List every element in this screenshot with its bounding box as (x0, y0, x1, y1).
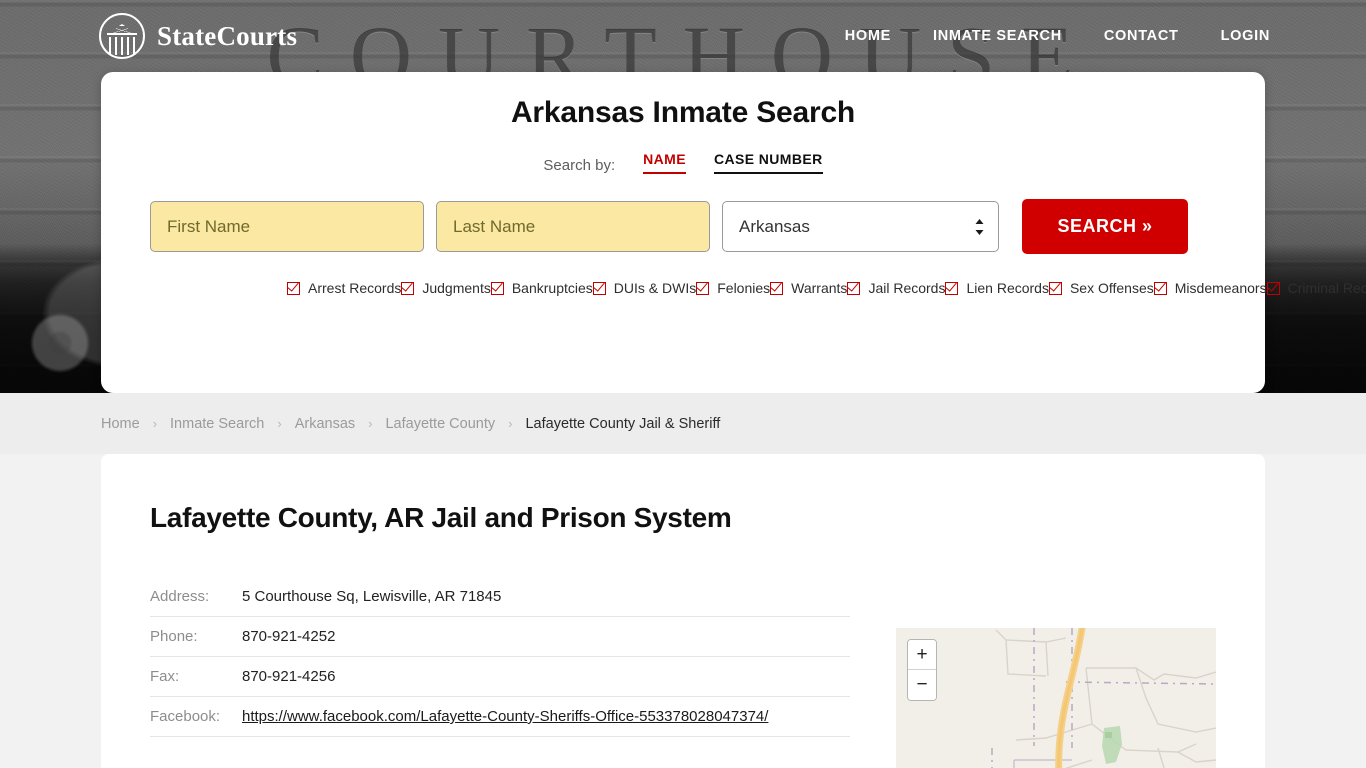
tab-case-number[interactable]: CASE NUMBER (713, 151, 823, 174)
facebook-link[interactable]: https://www.facebook.com/Lafayette-Count… (242, 708, 768, 725)
row-key: Facebook: (150, 696, 242, 737)
hero-section: COURTHOUSE StateCourts HOME INMATE SEARC… (0, 0, 1366, 393)
state-select[interactable] (722, 201, 999, 252)
checkbox-label: Misdemeanors (1174, 280, 1267, 296)
table-row: Facebook: https://www.facebook.com/Lafay… (150, 696, 850, 737)
checkbox-checked-icon (945, 281, 959, 295)
checkbox-checked-icon (1048, 281, 1062, 295)
row-key: Fax: (150, 656, 242, 697)
row-key: Address: (150, 577, 242, 617)
checkbox-label: Felonies (717, 280, 771, 296)
breadcrumb: Home › Inmate Search › Arkansas › Lafaye… (0, 393, 1366, 454)
checkbox-checked-icon (1266, 281, 1280, 295)
facility-detail-card: Lafayette County, AR Jail and Prison Sys… (101, 454, 1265, 768)
chevron-right-icon: › (508, 416, 513, 431)
inmate-search-card: Arkansas Inmate Search Search by: NAME C… (101, 72, 1366, 393)
breadcrumb-item-inmate-search[interactable]: Inmate Search (170, 416, 264, 432)
checkbox-checked-icon (770, 281, 784, 295)
checkbox-label: Jail Records (868, 280, 946, 296)
map-zoom-in-button[interactable]: + (908, 640, 936, 670)
table-row: Fax: 870-921-4256 (150, 656, 850, 697)
checkbox-jail-records[interactable]: Jail Records (847, 276, 945, 300)
map-zoom-controls: + − (907, 639, 937, 701)
breadcrumb-item-lafayette-county[interactable]: Lafayette County (385, 416, 495, 432)
facility-info-table: Address: 5 Courthouse Sq, Lewisville, AR… (150, 577, 850, 737)
last-name-input[interactable] (436, 201, 710, 252)
checkbox-bankruptcies[interactable]: Bankruptcies (490, 276, 593, 300)
checkbox-label: Judgments (422, 280, 491, 296)
nav-item-inmate-search[interactable]: INMATE SEARCH (933, 28, 1062, 44)
checkbox-checked-icon (287, 281, 300, 295)
checkbox-judgments[interactable]: Judgments (401, 276, 491, 300)
checkbox-checked-icon (1153, 281, 1167, 295)
checkbox-duis-dwis[interactable]: DUIs & DWIs (592, 276, 697, 300)
chevron-right-icon: › (152, 416, 158, 431)
row-value-phone: 870-921-4252 (242, 616, 850, 657)
brand-logo[interactable]: StateCourts (99, 13, 297, 59)
checkbox-sex-offenses[interactable]: Sex Offenses (1048, 276, 1154, 300)
record-type-checkbox-grid: Arrest Records Judgments Bankruptcies DU… (101, 276, 1366, 300)
breadcrumb-item-arkansas[interactable]: Arkansas (295, 416, 355, 432)
nav-item-contact[interactable]: CONTACT (1104, 28, 1179, 44)
checkbox-label: Warrants (791, 280, 848, 296)
checkbox-misdemeanors[interactable]: Misdemeanors (1153, 276, 1267, 300)
checkbox-label: Arrest Records (308, 280, 402, 296)
top-navigation-bar: StateCourts HOME INMATE SEARCH CONTACT L… (0, 0, 1366, 72)
checkbox-checked-icon (401, 281, 415, 295)
brand-name-text: StateCourts (157, 20, 298, 51)
map-zoom-out-button[interactable]: − (908, 670, 936, 700)
row-key: Phone: (150, 616, 242, 657)
state-select-wrapper (722, 201, 999, 252)
location-map[interactable]: + − (896, 628, 1216, 768)
courthouse-logo-icon (99, 13, 145, 59)
checkbox-lien-records[interactable]: Lien Records (945, 276, 1049, 300)
tab-name[interactable]: NAME (643, 151, 686, 174)
breadcrumb-item-home[interactable]: Home (101, 416, 140, 432)
search-form: SEARCH » (101, 199, 1265, 254)
chevron-right-icon: › (368, 416, 373, 431)
search-by-label: Search by: (543, 157, 616, 174)
checkbox-label: DUIs & DWIs (613, 280, 697, 296)
checkbox-felonies[interactable]: Felonies (696, 276, 770, 300)
checkbox-arrest-records[interactable]: Arrest Records (287, 276, 401, 300)
nav-item-login[interactable]: LOGIN (1221, 28, 1270, 44)
checkbox-checked-icon (696, 281, 710, 295)
chevron-right-icon: › (277, 416, 282, 431)
checkbox-label: Lien Records (966, 280, 1049, 296)
checkbox-checked-icon (847, 281, 861, 295)
checkbox-label: Criminal Records (1287, 280, 1366, 296)
first-name-input[interactable] (150, 201, 424, 252)
checkbox-checked-icon (592, 281, 606, 295)
table-row: Phone: 870-921-4252 (150, 616, 850, 657)
search-button[interactable]: SEARCH » (1022, 199, 1188, 254)
table-row: Address: 5 Courthouse Sq, Lewisville, AR… (150, 577, 850, 617)
checkbox-warrants[interactable]: Warrants (770, 276, 847, 300)
search-by-row: Search by: NAME CASE NUMBER (101, 151, 1265, 174)
main-content-area: Lafayette County, AR Jail and Prison Sys… (0, 454, 1366, 768)
checkbox-label: Sex Offenses (1069, 280, 1154, 296)
main-nav: HOME INMATE SEARCH CONTACT LOGIN (845, 28, 1270, 44)
breadcrumb-item-current: Lafayette County Jail & Sheriff (525, 415, 721, 432)
map-tiles (896, 628, 1216, 768)
search-card-title: Arkansas Inmate Search (510, 96, 856, 129)
nav-item-home[interactable]: HOME (845, 28, 891, 44)
checkbox-criminal-records[interactable]: Criminal Records (1266, 276, 1366, 300)
row-value-fax: 870-921-4256 (242, 656, 850, 697)
checkbox-label: Bankruptcies (511, 280, 593, 296)
page-title: Lafayette County, AR Jail and Prison Sys… (150, 502, 732, 533)
checkbox-checked-icon (490, 281, 504, 295)
row-value-facebook: https://www.facebook.com/Lafayette-Count… (242, 696, 850, 737)
row-value-address: 5 Courthouse Sq, Lewisville, AR 71845 (242, 577, 850, 617)
